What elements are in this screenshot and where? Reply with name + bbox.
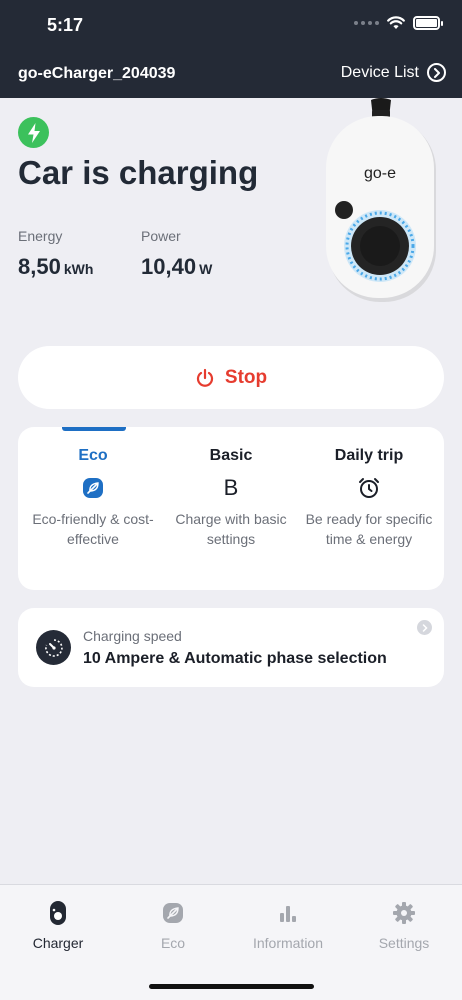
leaf-icon (115, 899, 231, 927)
mode-basic[interactable]: Basic B Charge with basic settings (160, 447, 302, 549)
charging-mode-selector: Eco Eco-friendly & cost-effective Basic … (18, 427, 444, 590)
tab-information-label: Information (252, 935, 324, 951)
mode-basic-title: Basic (209, 447, 253, 464)
charging-status-title: Car is charging (18, 154, 259, 191)
battery-icon (413, 16, 443, 30)
energy-unit: kWh (63, 261, 94, 277)
power-value-row: 10,40 W (141, 254, 212, 280)
device-list-button[interactable]: Device List (341, 63, 446, 82)
device-name: go-eCharger_204039 (18, 65, 176, 82)
charging-bolt-icon (18, 117, 49, 148)
gear-icon (346, 899, 462, 927)
charging-speed-label: Charging speed (83, 628, 182, 644)
status-time: 5:17 (47, 15, 84, 35)
tab-charger-label: Charger (32, 935, 84, 951)
charger-device-image: go-e (326, 98, 436, 302)
power-label: Power (141, 228, 181, 244)
home-indicator (149, 984, 314, 989)
mode-daily-trip-title: Daily trip (334, 447, 404, 464)
brand-label: go-e (364, 165, 396, 182)
power-unit: W (199, 261, 213, 277)
energy-label: Energy (18, 228, 63, 244)
tab-information[interactable]: Information (230, 899, 346, 951)
power-icon (196, 368, 213, 387)
top-bar: 5:17 go-eCharger_204039 Device List (0, 0, 462, 98)
charger-icon (0, 899, 116, 927)
bar-chart-icon (230, 899, 346, 927)
stop-label: Stop (224, 366, 268, 388)
energy-metric: Energy 8,50 kWh (18, 228, 93, 280)
power-value: 10,40 (141, 254, 197, 279)
tab-charger[interactable]: Charger (0, 899, 116, 951)
tab-eco[interactable]: Eco (115, 899, 231, 951)
mode-daily-trip[interactable]: Daily trip Be ready for specific time & … (298, 447, 440, 549)
charging-speed-card[interactable]: Charging speed 10 Ampere & Automatic pha… (18, 608, 444, 687)
status-icons (354, 16, 443, 30)
tab-settings[interactable]: Settings (346, 899, 462, 951)
power-metric: Power 10,40 W (141, 228, 212, 280)
mode-daily-trip-description: Be ready for specific time & energy (305, 511, 433, 547)
mode-eco[interactable]: Eco Eco-friendly & cost-effective (22, 447, 164, 549)
wifi-icon (387, 16, 405, 29)
mode-basic-description: Charge with basic settings (175, 511, 287, 547)
tab-eco-label: Eco (160, 935, 186, 951)
energy-value: 8,50 (18, 254, 61, 279)
charging-speed-value: 10 Ampere & Automatic phase selection (83, 650, 387, 667)
stop-button[interactable]: Stop (18, 346, 444, 409)
speedometer-icon (36, 630, 71, 665)
cellular-signal-icon (354, 21, 379, 25)
alarm-clock-icon (298, 475, 440, 501)
energy-value-row: 8,50 kWh (18, 254, 93, 280)
basic-letter-icon: B (223, 475, 239, 500)
leaf-icon (22, 475, 164, 501)
mode-eco-title: Eco (78, 447, 108, 464)
device-list-label: Device List (340, 63, 419, 81)
mode-eco-description: Eco-friendly & cost-effective (32, 511, 154, 547)
chevron-right-icon (427, 63, 446, 82)
chevron-right-icon (417, 620, 432, 635)
active-mode-indicator (62, 427, 126, 431)
tab-settings-label: Settings (378, 935, 430, 951)
bottom-tab-bar: Charger Eco Information Settings (0, 884, 462, 1000)
